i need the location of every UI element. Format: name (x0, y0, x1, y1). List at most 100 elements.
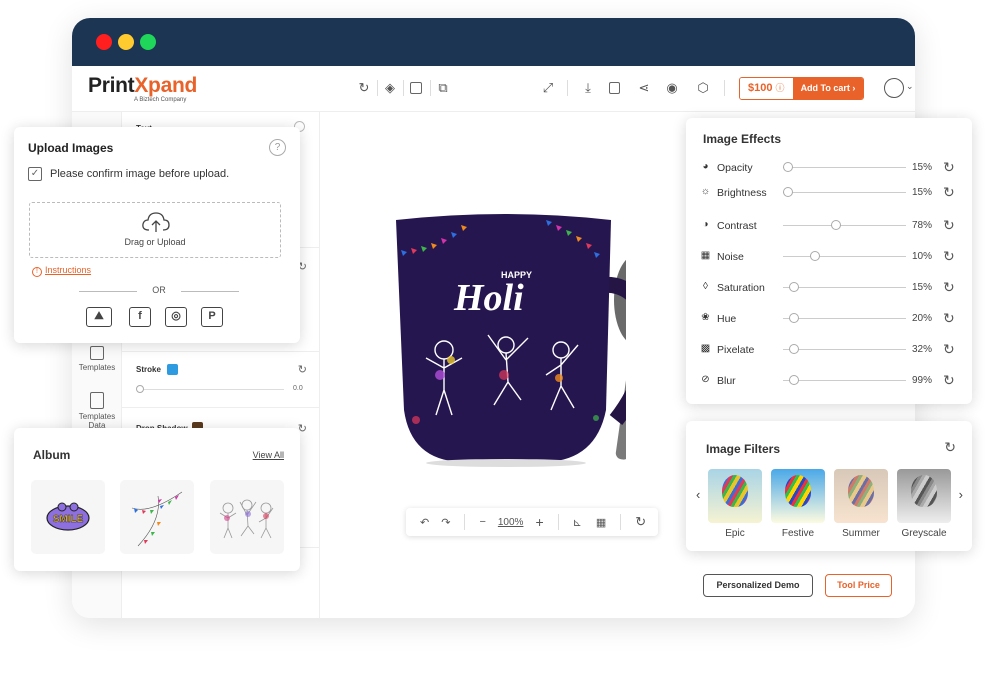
view-all-link[interactable]: View All (253, 450, 284, 460)
chevron-left-icon[interactable]: ‹ (696, 487, 700, 502)
window-maximize-button[interactable] (140, 34, 156, 50)
confirm-checkbox[interactable]: ✓ (28, 167, 42, 181)
effect-slider-thumb[interactable] (809, 251, 820, 261)
reset-icon[interactable]: ↻ (943, 217, 955, 234)
effects-title: Image Effects (703, 132, 782, 146)
stroke-slider-thumb[interactable] (136, 385, 144, 393)
opacity-icon: ◕ (702, 161, 709, 172)
layers-icon[interactable]: ◈ (383, 81, 397, 95)
3d-view-icon[interactable]: ⬡ (696, 81, 710, 95)
effect-slider-track[interactable] (783, 192, 906, 193)
effect-slider-track[interactable] (783, 287, 906, 288)
mug-text-holi: Holi (453, 277, 524, 319)
filter-summer[interactable]: Summer (834, 469, 888, 539)
gallery-icon[interactable]: ⛰ (86, 307, 112, 327)
reset-icon[interactable]: ↻ (943, 248, 955, 265)
add-to-cart-button[interactable]: Add To cart › (792, 78, 864, 99)
album-item-bunting[interactable] (120, 480, 194, 554)
save-icon[interactable] (609, 82, 620, 94)
history-icon[interactable]: ↻ (357, 81, 371, 95)
instagram-icon[interactable]: ◎ (165, 307, 187, 327)
reset-icon[interactable]: ↻ (943, 159, 955, 176)
or-divider: OR (79, 285, 239, 295)
ruler-icon[interactable]: ⊾ (573, 516, 582, 529)
preview-icon[interactable]: ◉ (665, 81, 679, 95)
duplicate-icon[interactable]: ⧉ (436, 81, 450, 95)
drag-upload-dropzone[interactable]: Drag or Upload (29, 202, 281, 258)
rail-item-templates-data[interactable]: Templates Data (72, 392, 122, 430)
download-icon[interactable]: ⤓ (581, 81, 595, 95)
filter-epic[interactable]: Epic (708, 469, 762, 539)
logo[interactable]: PrintXpand (88, 74, 197, 98)
reset-icon[interactable]: ↻ (943, 279, 955, 296)
mug-product-image[interactable]: HAPPY Holi (396, 210, 626, 470)
refresh-icon[interactable]: ↻ (298, 363, 307, 376)
chevron-down-icon[interactable]: ⌄ (906, 81, 914, 92)
stroke-slider-track[interactable] (140, 389, 284, 390)
effect-value: 15% (912, 282, 933, 293)
rail-item-templates[interactable]: Templates (72, 346, 122, 372)
personalized-demo-button[interactable]: Personalized Demo (703, 574, 813, 597)
reset-filters-icon[interactable]: ↻ (944, 439, 956, 456)
zoom-in-icon[interactable]: + (535, 514, 543, 530)
chevron-right-icon[interactable]: › (959, 487, 963, 502)
tool-price-button[interactable]: Tool Price (825, 574, 892, 597)
facebook-icon[interactable]: f (129, 307, 151, 327)
window-close-button[interactable] (96, 34, 112, 50)
reset-icon[interactable]: ↻ (943, 372, 955, 389)
reset-icon[interactable]: ↻ (943, 341, 955, 358)
fullscreen-icon[interactable]: ⤢ (541, 81, 555, 95)
effect-slider-track[interactable] (783, 167, 906, 168)
redo-icon[interactable]: ↷ (441, 516, 450, 529)
effect-slider-thumb[interactable] (789, 375, 800, 385)
effect-slider-track[interactable] (783, 380, 906, 381)
effect-slider-thumb[interactable] (830, 220, 841, 230)
pinterest-icon[interactable]: P (201, 307, 223, 327)
share-icon[interactable]: ⋖ (637, 81, 651, 95)
reset-icon[interactable]: ↻ (635, 514, 646, 530)
group-icon[interactable] (410, 82, 422, 94)
help-icon[interactable]: ? (269, 139, 286, 156)
effect-slider-thumb[interactable] (789, 313, 800, 323)
zoom-level[interactable]: 100% (498, 517, 524, 528)
effect-slider-track[interactable] (783, 318, 906, 319)
filter-festive[interactable]: Festive (771, 469, 825, 539)
filter-greyscale[interactable]: Greyscale (897, 469, 951, 539)
effect-slider-thumb[interactable] (782, 187, 793, 197)
effect-slider-thumb[interactable] (789, 282, 800, 292)
effect-value: 32% (912, 344, 933, 355)
undo-icon[interactable]: ↶ (420, 516, 429, 529)
reset-icon[interactable]: ↻ (943, 310, 955, 327)
effect-label: Blur (717, 375, 736, 387)
mug-shadow (426, 459, 586, 467)
filter-label: Summer (842, 528, 880, 539)
user-avatar-button[interactable] (884, 78, 904, 98)
zoom-out-icon[interactable]: − (479, 516, 485, 528)
rail-item-label: Templates (78, 363, 116, 372)
effect-slider-track[interactable] (783, 225, 906, 226)
grid-icon[interactable]: ▦ (596, 516, 606, 529)
divider (430, 80, 431, 96)
stroke-color-swatch[interactable] (167, 364, 178, 375)
logo-accent: Xpand (134, 74, 198, 97)
divider (464, 514, 466, 530)
instructions-link[interactable]: ! Instructions (32, 265, 91, 277)
noise-icon: ▦ (700, 250, 711, 261)
effect-label: Hue (717, 313, 737, 325)
album-item-holi-dancers[interactable] (210, 480, 284, 554)
effect-slider-thumb[interactable] (789, 344, 800, 354)
filter-label: Epic (725, 528, 745, 539)
canvas-zoom-toolbar: ↶ ↷ − 100% + ⊾ ▦ ↻ (406, 508, 658, 536)
effect-slider-track[interactable] (783, 256, 906, 257)
filter-festive-preview (771, 469, 825, 523)
effect-slider-thumb[interactable] (782, 162, 793, 172)
svg-text:SMILE: SMILE (53, 514, 84, 525)
price-display[interactable]: $100 ⓘ (740, 78, 793, 99)
reset-icon[interactable]: ↻ (943, 184, 955, 201)
album-item-smile-sticker[interactable]: SMILE (31, 480, 105, 554)
bunting-image (131, 491, 183, 547)
effect-slider-track[interactable] (783, 349, 906, 350)
effect-row-noise: ▦ Noise 10% ↻ (700, 248, 962, 264)
cloud-upload-icon (142, 212, 170, 232)
window-minimize-button[interactable] (118, 34, 134, 50)
